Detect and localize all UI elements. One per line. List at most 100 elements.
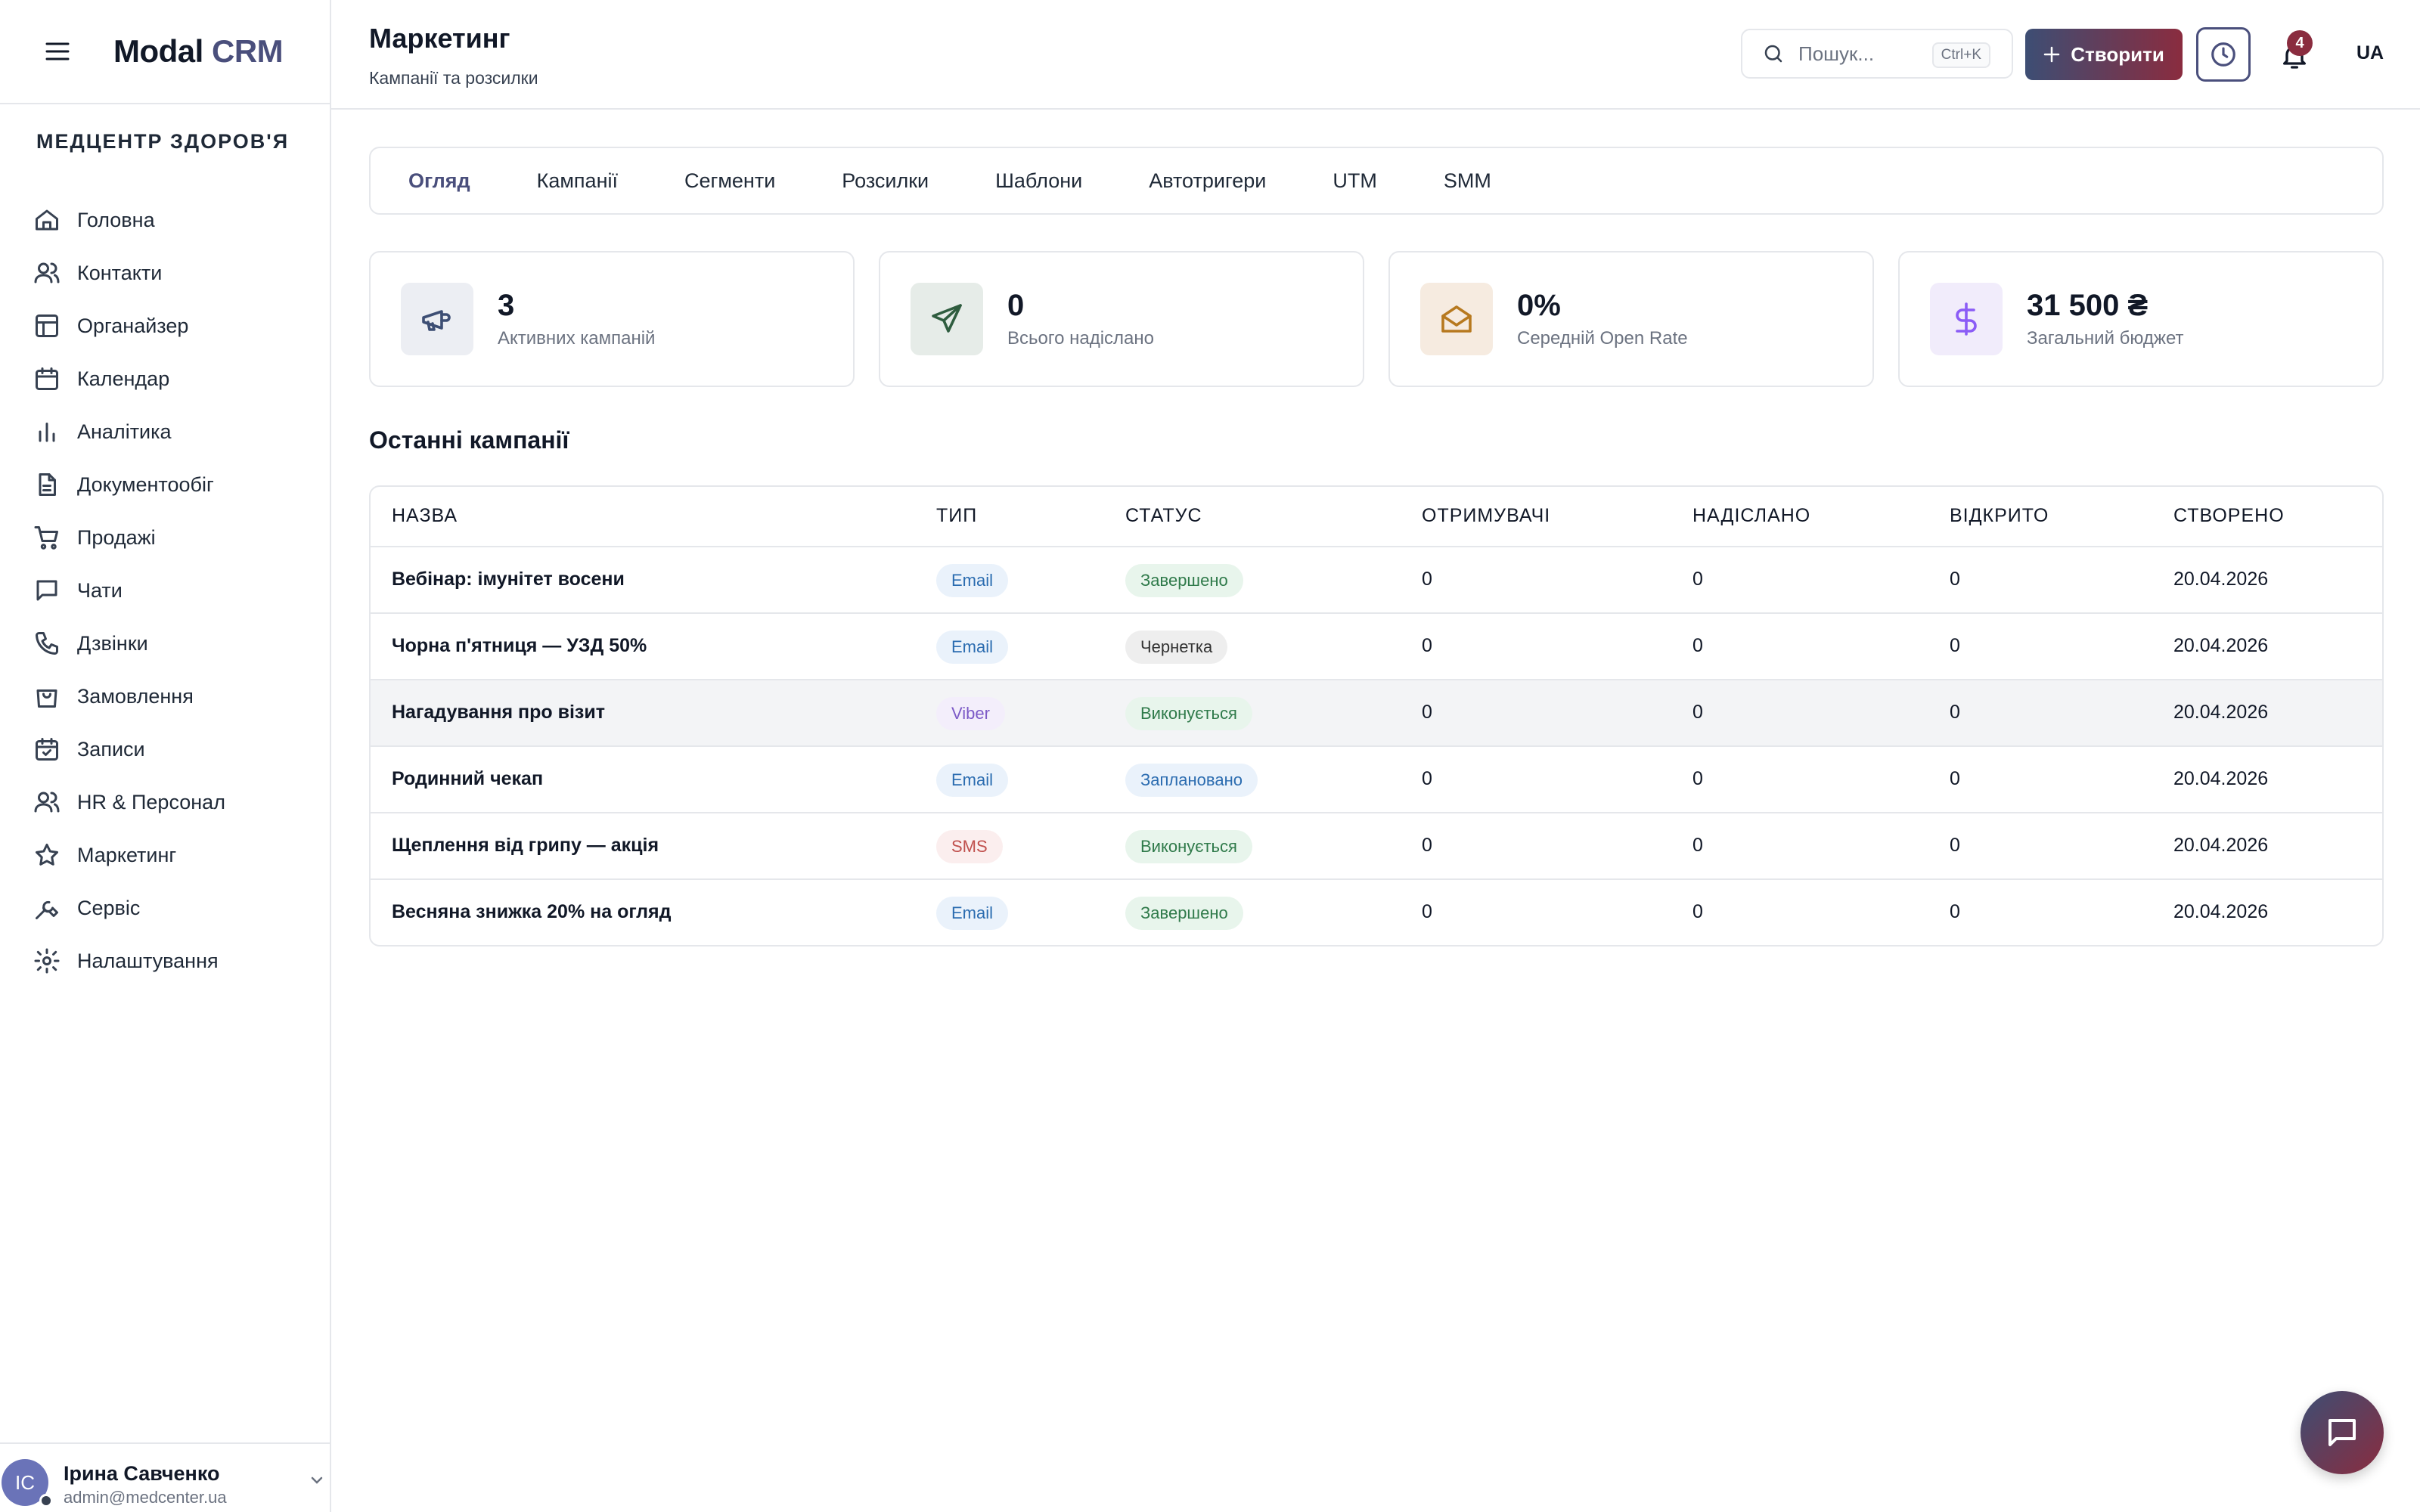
marketing-tabs: Огляд Кампанії Сегменти Розсилки Шаблони Авто…: [369, 147, 2384, 215]
opened-count: 0: [1950, 835, 1960, 856]
table-body: Вебінар: імунітет восени Email Завершено…: [371, 547, 2382, 945]
chat-widget-button[interactable]: [2301, 1391, 2384, 1474]
sidebar-item[interactable]: Дзвінки: [0, 617, 330, 670]
tab[interactable]: Розсилки: [842, 169, 929, 193]
clock-icon: [2209, 40, 2238, 69]
history-button[interactable]: [2196, 27, 2251, 82]
page-header: Маркетинг Кампанії та розсилки Ctrl+K Ст…: [331, 0, 2420, 110]
column-header[interactable]: СТАТУС: [1125, 505, 1202, 527]
sidebar-item[interactable]: Органайзер: [0, 299, 330, 352]
user-profile[interactable]: IC Ірина Савченко admin@medcenter.ua: [0, 1442, 330, 1512]
sent-count: 0: [1692, 635, 1703, 656]
sidebar-item[interactable]: HR & Персонал: [0, 776, 330, 829]
column-header[interactable]: НАЗВА: [392, 505, 458, 527]
status-badge: Завершено: [1125, 897, 1243, 930]
sidebar-item[interactable]: Календар: [0, 352, 330, 405]
sidebar-item[interactable]: Маркетинг: [0, 829, 330, 881]
type-badge: SMS: [936, 830, 1003, 863]
document-icon: [33, 471, 60, 498]
sidebar-item-label: Дзвінки: [77, 631, 148, 655]
sidebar-item[interactable]: Чати: [0, 564, 330, 617]
chevron-down-icon[interactable]: [310, 1476, 324, 1485]
sent-count: 0: [1692, 569, 1703, 590]
calendar-check-icon: [33, 736, 60, 763]
tab[interactable]: Кампанії: [537, 169, 618, 193]
stat-value: 0%: [1517, 289, 1561, 322]
notifications-badge: 4: [2287, 30, 2313, 56]
page-title: Маркетинг: [369, 23, 510, 54]
column-header[interactable]: ТИП: [936, 505, 977, 527]
table-row[interactable]: Весняна знижка 20% на огляд Email Заверш…: [371, 880, 2382, 945]
column-header[interactable]: ВІДКРИТО: [1950, 505, 2049, 527]
opened-count: 0: [1950, 768, 1960, 789]
sidebar-item[interactable]: Аналітика: [0, 405, 330, 458]
table-row[interactable]: Вебінар: імунітет восени Email Завершено…: [371, 547, 2382, 614]
sidebar-item[interactable]: Документообіг: [0, 458, 330, 511]
search-icon: [1762, 42, 1785, 65]
stat-card: 0% Середній Open Rate: [1388, 251, 1874, 387]
send-icon: [911, 283, 983, 355]
tab[interactable]: Сегменти: [684, 169, 775, 193]
sidebar-item[interactable]: Налаштування: [0, 934, 330, 987]
chat-icon: [33, 577, 60, 604]
app-logo[interactable]: Modal CRM: [113, 33, 284, 70]
tab[interactable]: Шаблони: [995, 169, 1082, 193]
organization-name[interactable]: МЕДЦЕНТР ЗДОРОВ'Я: [36, 130, 289, 153]
sidebar-item[interactable]: Сервіс: [0, 881, 330, 934]
column-header[interactable]: СТВОРЕНО: [2173, 505, 2285, 527]
campaign-name[interactable]: Вебінар: імунітет восени: [392, 569, 625, 590]
campaign-name[interactable]: Весняна знижка 20% на огляд: [392, 901, 671, 923]
create-button[interactable]: Створити: [2025, 29, 2183, 80]
tab[interactable]: Автотригери: [1149, 169, 1266, 193]
sidebar-item-label: Чати: [77, 578, 123, 602]
campaign-name[interactable]: Нагадування про візит: [392, 702, 605, 723]
sidebar-item[interactable]: Записи: [0, 723, 330, 776]
tab[interactable]: SMM: [1444, 169, 1491, 193]
tab[interactable]: UTM: [1333, 169, 1376, 193]
megaphone-icon: [401, 283, 473, 355]
status-badge: Виконується: [1125, 830, 1252, 863]
sidebar-item[interactable]: Замовлення: [0, 670, 330, 723]
calendar-icon: [33, 365, 60, 392]
column-header[interactable]: НАДІСЛАНО: [1692, 505, 1810, 527]
sidebar-item-label: Головна: [77, 208, 155, 231]
sidebar-item[interactable]: Контакти: [0, 246, 330, 299]
campaign-name[interactable]: Щеплення від грипу — акція: [392, 835, 659, 857]
status-badge: Заплановано: [1125, 764, 1258, 797]
type-badge: Email: [936, 764, 1009, 797]
column-header[interactable]: ОТРИМУВАЧІ: [1422, 505, 1550, 527]
sidebar-item[interactable]: Головна: [0, 194, 330, 246]
search-box[interactable]: Ctrl+K: [1741, 29, 2013, 79]
logo-main: Modal: [113, 33, 203, 69]
tab[interactable]: Огляд: [408, 169, 470, 193]
sidebar-item[interactable]: Продажі: [0, 511, 330, 564]
campaign-name[interactable]: Чорна п'ятниця — УЗД 50%: [392, 635, 647, 657]
menu-icon[interactable]: [42, 36, 73, 67]
table-row[interactable]: Родинний чекап Email Заплановано 0 0 0 2…: [371, 747, 2382, 813]
plus-icon: [2043, 46, 2060, 63]
dollar-icon: [1930, 283, 2003, 355]
type-badge: Email: [936, 631, 1009, 664]
sidebar-item-label: Замовлення: [77, 684, 194, 708]
sidebar-item-label: Аналітика: [77, 420, 172, 443]
online-status-indicator: [39, 1494, 53, 1507]
sidebar-item-label: Документообіг: [77, 472, 214, 496]
star-icon: [33, 841, 60, 869]
created-date: 20.04.2026: [2173, 635, 2269, 656]
stat-label: Середній Open Rate: [1517, 328, 1688, 349]
sidebar-item-label: Органайзер: [77, 314, 189, 337]
sent-count: 0: [1692, 835, 1703, 856]
layout-icon: [33, 312, 60, 339]
type-badge: Viber: [936, 697, 1005, 730]
language-switcher[interactable]: UA: [2356, 42, 2384, 64]
mail-open-icon: [1420, 283, 1493, 355]
campaign-name[interactable]: Родинний чекап: [392, 768, 543, 790]
sidebar-item-label: Контакти: [77, 261, 163, 284]
table-row[interactable]: Нагадування про візит Viber Виконується …: [371, 680, 2382, 747]
table-row[interactable]: Щеплення від грипу — акція SMS Виконуєть…: [371, 813, 2382, 880]
status-badge: Виконується: [1125, 697, 1252, 730]
search-input[interactable]: [1798, 42, 1927, 66]
opened-count: 0: [1950, 569, 1960, 590]
table-row[interactable]: Чорна п'ятниця — УЗД 50% Email Чернетка …: [371, 614, 2382, 680]
recipients-count: 0: [1422, 901, 1432, 922]
